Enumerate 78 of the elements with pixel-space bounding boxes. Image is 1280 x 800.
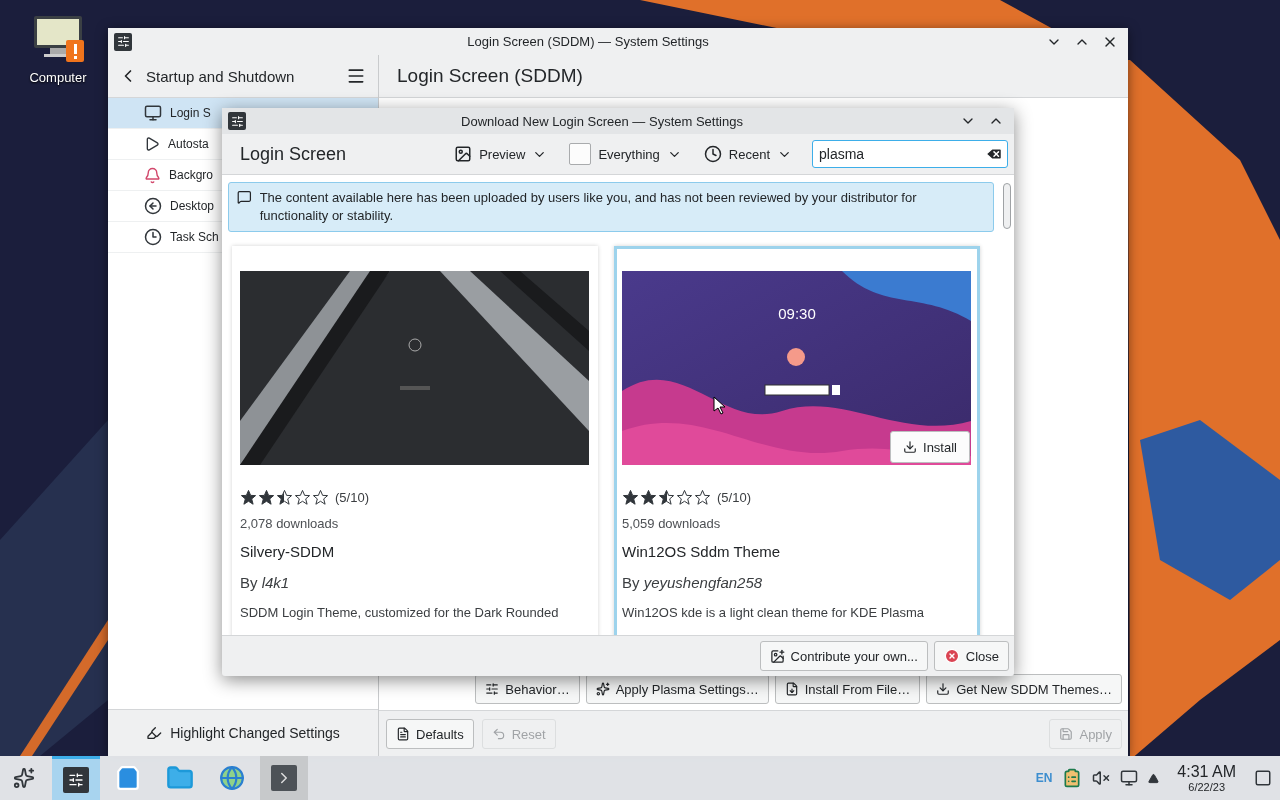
- download-count: 5,059 downloads: [622, 516, 722, 531]
- theme-description: SDDM Login Theme, customized for the Dark Rounded: [240, 605, 560, 620]
- image-icon: [454, 145, 473, 163]
- undo-icon: [491, 727, 506, 741]
- theme-name: Silvery-SDDM: [240, 543, 336, 560]
- rating-text: (5/10): [335, 490, 369, 505]
- window-title: Login Screen (SDDM) — System Settings: [466, 34, 710, 49]
- desktop-icon-label: Computer: [29, 70, 87, 85]
- star-icon: [676, 489, 693, 506]
- action-button[interactable]: Behavior…: [475, 674, 580, 704]
- sparkle-icon: [595, 682, 610, 696]
- star-icon: [622, 489, 639, 506]
- contribute-button[interactable]: Contribute your own...: [759, 641, 928, 671]
- globe-icon: [219, 765, 245, 791]
- star-icon: [276, 489, 293, 506]
- action-button[interactable]: Install From File…: [774, 674, 921, 704]
- star-icon: [640, 489, 657, 506]
- action-button[interactable]: Get New SDDM Themes…: [926, 674, 1122, 704]
- network-icon[interactable]: [1120, 769, 1139, 787]
- app-icon: [228, 112, 246, 130]
- folder-icon: [166, 764, 194, 792]
- rating-text: (5/10): [717, 490, 751, 505]
- notice-text: The content available here has been uploaded by users like you, and has not been reviewed by your distributor for functionality or stability.: [259, 189, 918, 225]
- dialog-heading: Login Screen: [240, 143, 348, 165]
- download-icon: [936, 682, 951, 696]
- star-icon: [312, 489, 329, 506]
- expand-tray-icon[interactable]: [1148, 772, 1160, 784]
- star-icon: [694, 489, 711, 506]
- clipboard-icon[interactable]: [1062, 768, 1083, 788]
- close-button[interactable]: Close: [933, 641, 1009, 671]
- terminal-icon: [271, 765, 297, 791]
- menu-icon[interactable]: [346, 66, 366, 86]
- theme-card[interactable]: 09:30 Install (5/10) 5,059 downloads Win12OS Sddm Theme By yeyushengfan258 Win12OS kde is a light clean theme for KDE Plasma: [614, 246, 980, 635]
- theme-description: Win12OS kde is a light clean theme for KDE Plasma: [622, 605, 926, 620]
- show-desktop-icon[interactable]: [1254, 769, 1272, 787]
- muted-speaker-icon[interactable]: [1092, 769, 1111, 787]
- search-field[interactable]: plasma: [812, 140, 1008, 168]
- category-icon: [569, 143, 592, 165]
- save-icon: [1059, 727, 1074, 741]
- clock[interactable]: 4:31 AM 6/22/23: [1177, 763, 1236, 793]
- defaults-button[interactable]: Defaults: [386, 719, 474, 749]
- preview-clock: 09:30: [777, 305, 817, 322]
- settings-app-icon: [63, 766, 89, 793]
- theme-author: By yeyushengfan258: [622, 574, 764, 591]
- close-circle-icon: [943, 648, 960, 664]
- theme-name: Win12OS Sddm Theme: [622, 543, 782, 560]
- dialog-title: Download New Login Screen — System Settings: [460, 113, 744, 129]
- highlighter-icon: [146, 725, 163, 741]
- launcher-icon: [13, 767, 35, 789]
- file-icon: [784, 682, 799, 696]
- taskbar-task[interactable]: [52, 756, 100, 800]
- bell-icon: [144, 166, 161, 184]
- monitor-icon: [144, 104, 162, 122]
- clock-icon: [703, 145, 722, 163]
- sidebar-heading: Startup and Shutdown: [146, 67, 296, 85]
- filter-dropdown[interactable]: Everything: [561, 139, 690, 169]
- download-icon: [903, 440, 918, 454]
- star-icon: [240, 489, 257, 506]
- clock-icon: [144, 228, 162, 246]
- taskbar-task[interactable]: [260, 756, 308, 800]
- image-plus-icon: [769, 648, 785, 664]
- document-icon: [396, 727, 410, 741]
- star-icon: [294, 489, 311, 506]
- filter-dropdown[interactable]: Recent: [695, 139, 800, 169]
- download-count: 2,078 downloads: [240, 516, 340, 531]
- theme-author: By l4k1: [240, 574, 291, 591]
- star-icon: [658, 489, 675, 506]
- app-icon: [114, 32, 132, 51]
- action-button[interactable]: Apply Plasma Settings…: [585, 674, 769, 704]
- sliders-icon: [485, 682, 500, 696]
- filter-dropdown[interactable]: Preview: [446, 139, 556, 169]
- play-icon: [144, 136, 160, 152]
- back-circle-icon: [144, 197, 162, 215]
- install-button[interactable]: Install: [890, 431, 970, 463]
- page-title: Login Screen (SDDM): [397, 65, 583, 87]
- theme-card[interactable]: (5/10) 2,078 downloads Silvery-SDDM By l4k1 SDDM Login Theme, customized for the Dark Rounded: [232, 246, 598, 635]
- scrollbar-thumb[interactable]: [1003, 183, 1011, 229]
- star-icon: [258, 489, 275, 506]
